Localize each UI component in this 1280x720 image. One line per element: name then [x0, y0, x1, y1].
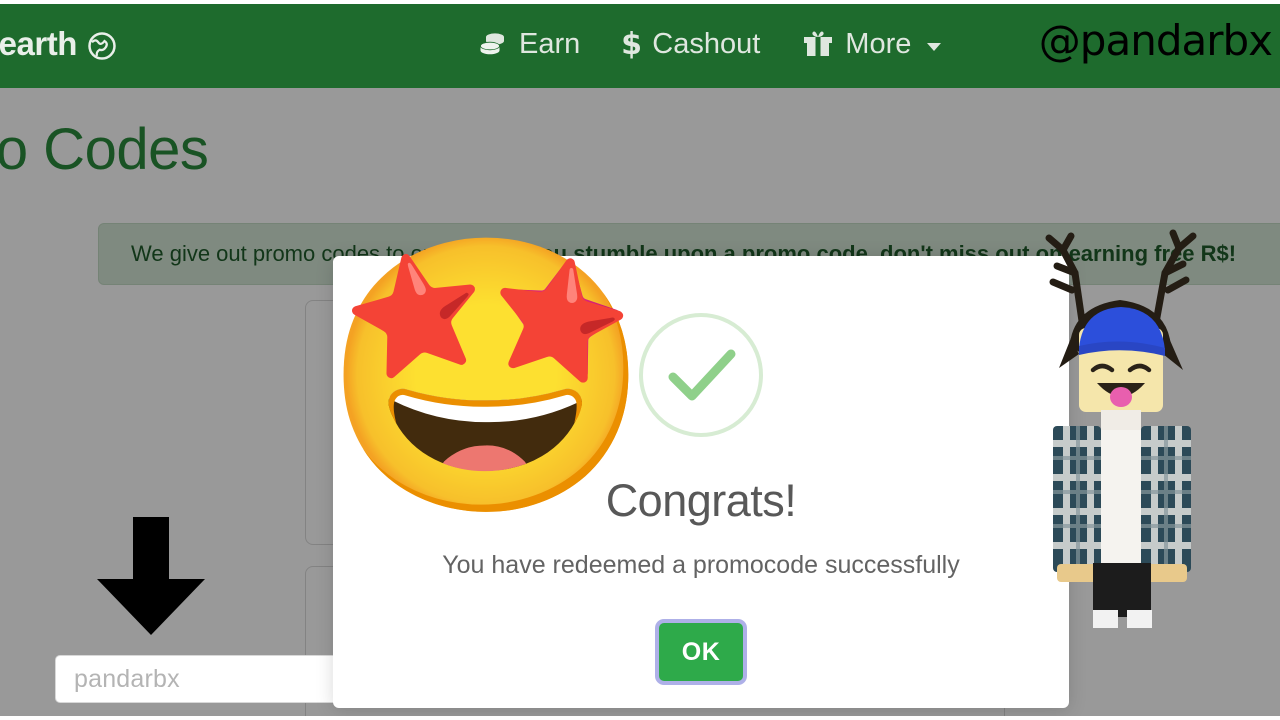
success-check-icon	[639, 313, 763, 437]
nav-item-cashout[interactable]: $ Cashout	[622, 28, 760, 61]
promo-code-value: pandarbx	[74, 664, 180, 693]
svg-text:$: $	[622, 28, 641, 60]
nav-item-more-label: More	[845, 27, 912, 60]
globe-icon	[87, 31, 117, 61]
nav-item-earn-label: Earn	[519, 27, 581, 60]
modal-message: You have redeemed a promocode successful…	[442, 551, 960, 579]
nav-item-more[interactable]: More	[802, 27, 942, 61]
brand-logo[interactable]: .earth	[0, 25, 117, 63]
nav-item-cashout-label: Cashout	[652, 27, 761, 60]
down-arrow-annotation	[95, 517, 207, 640]
chevron-down-icon	[927, 43, 942, 51]
ok-button[interactable]: OK	[659, 623, 743, 681]
dollar-sign-icon: $	[622, 28, 641, 60]
nav-item-earn[interactable]: Earn	[478, 28, 580, 61]
brand-label: .earth	[0, 25, 77, 62]
user-handle: @pandarbx	[1038, 16, 1273, 65]
coins-icon	[478, 31, 508, 57]
screenshot-root: .earth	[0, 0, 1280, 720]
star-struck-emoji: 🤩	[320, 221, 654, 533]
top-navbar: .earth	[0, 0, 1280, 88]
nav-links: Earn $ Cashout More	[478, 27, 942, 61]
gift-icon	[802, 30, 834, 58]
letterbox-top	[0, 0, 1280, 4]
letterbox-bottom	[0, 716, 1280, 720]
roblox-avatar	[975, 178, 1265, 632]
